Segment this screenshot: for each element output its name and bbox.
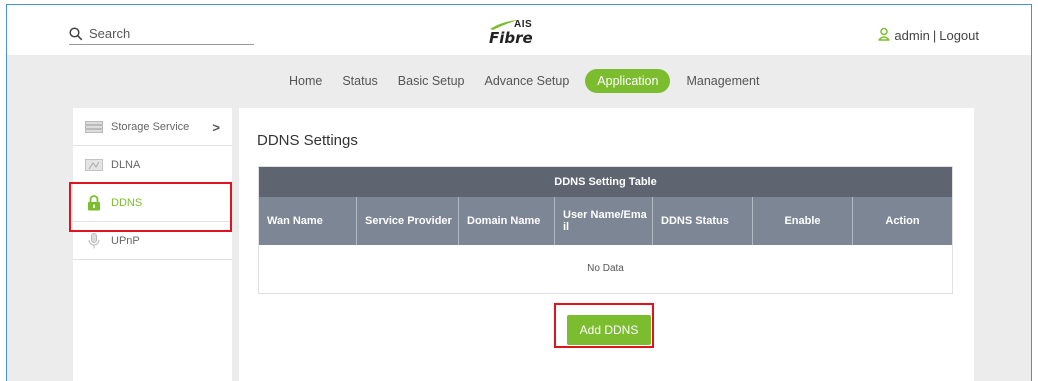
nav-management[interactable]: Management xyxy=(676,69,769,93)
sidebar-item-upnp[interactable]: UPnP xyxy=(73,222,232,260)
search-icon xyxy=(69,26,83,41)
top-bar: Search AIS Fibre admin | Logout xyxy=(7,5,1031,55)
user-icon xyxy=(877,27,891,44)
sidebar-item-label: Storage Service xyxy=(111,120,190,133)
column-header: Wan Name xyxy=(259,197,357,245)
sidebar-item-label: DDNS xyxy=(111,196,143,209)
ddns-table: DDNS Setting Table Wan Name Service Prov… xyxy=(258,166,953,294)
add-ddns-button[interactable]: Add DDNS xyxy=(567,315,651,345)
column-header: Service Provider xyxy=(357,197,459,245)
main-panel: DDNS Settings DDNS Setting Table Wan Nam… xyxy=(239,108,974,381)
column-header: User Name/Email xyxy=(555,197,653,245)
sidebar-item-storage-service[interactable]: Storage Service > xyxy=(73,108,232,146)
sidebar: Storage Service > DLNA DDNS UPnP xyxy=(73,108,232,381)
column-header: Action xyxy=(885,215,920,227)
sidebar-item-ddns[interactable]: DDNS xyxy=(73,184,232,222)
empty-table-message: No Data xyxy=(259,245,952,293)
sidebar-item-label: DLNA xyxy=(111,158,141,171)
nav-advance-setup[interactable]: Advance Setup xyxy=(475,69,580,93)
logout-link[interactable]: Logout xyxy=(939,28,979,43)
search-input[interactable]: Search xyxy=(89,26,130,41)
sidebar-item-dlna[interactable]: DLNA xyxy=(73,146,232,184)
dlna-icon xyxy=(85,158,103,172)
search-box[interactable]: Search xyxy=(69,23,254,45)
ais-fibre-logo: AIS Fibre xyxy=(479,19,549,49)
chevron-right-icon[interactable]: > xyxy=(212,120,220,135)
storage-icon xyxy=(85,120,103,134)
table-caption: DDNS Setting Table xyxy=(259,167,952,197)
user-name[interactable]: admin xyxy=(894,28,929,43)
nav-status[interactable]: Status xyxy=(332,69,387,93)
app-window: Search AIS Fibre admin | Logout Home Sta… xyxy=(6,4,1032,381)
nav-home[interactable]: Home xyxy=(279,69,332,93)
column-header: Enable xyxy=(753,197,853,245)
nav-application[interactable]: Application xyxy=(585,69,671,93)
microphone-icon xyxy=(85,232,103,248)
column-header: DDNS Status xyxy=(653,197,753,245)
lock-icon xyxy=(85,194,103,210)
logo-fibre-text: Fibre xyxy=(489,29,533,47)
column-header: Domain Name xyxy=(459,197,555,245)
main-nav: Home Status Basic Setup Advance Setup Ap… xyxy=(279,67,769,95)
nav-basic-setup[interactable]: Basic Setup xyxy=(388,69,475,93)
page-title: DDNS Settings xyxy=(257,132,358,149)
table-header-row: Wan Name Service Provider Domain Name Us… xyxy=(259,197,952,245)
user-separator: | xyxy=(932,28,937,43)
user-area: admin | Logout xyxy=(877,27,979,44)
sidebar-item-label: UPnP xyxy=(111,234,140,247)
